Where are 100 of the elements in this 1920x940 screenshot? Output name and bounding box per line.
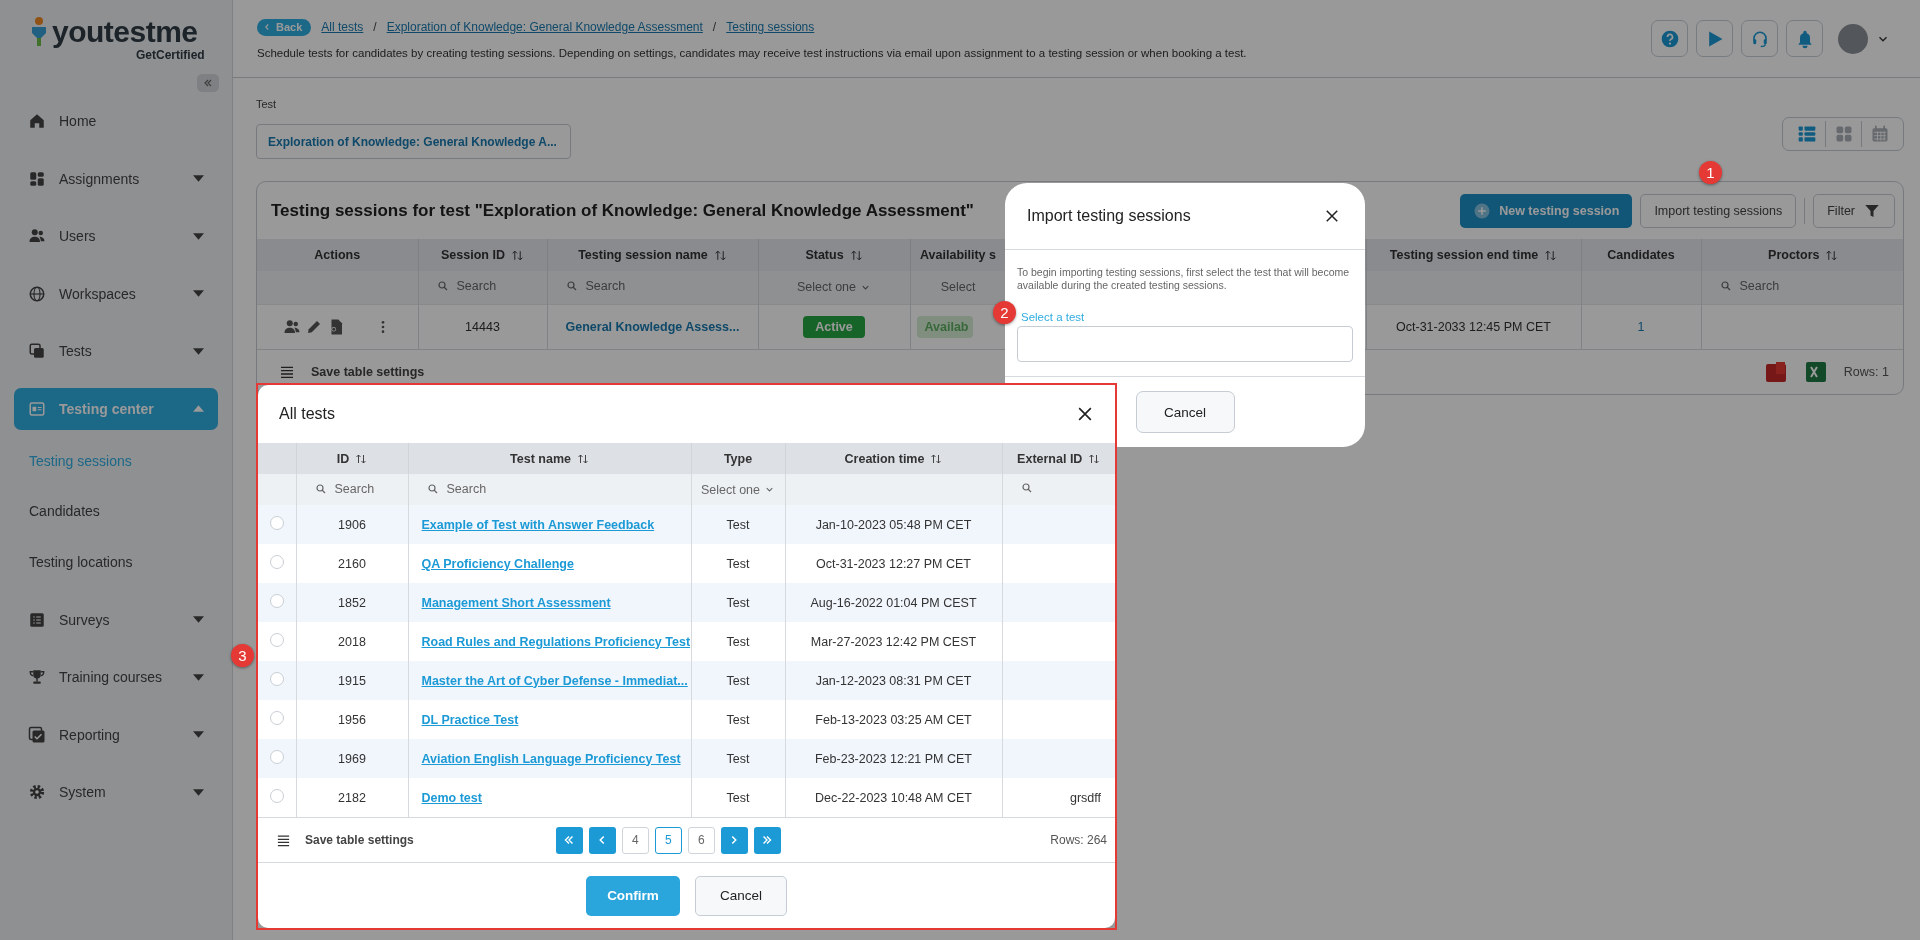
page-button[interactable]: 4	[621, 826, 649, 854]
headset-button[interactable]	[1741, 20, 1778, 57]
pdf-icon[interactable]	[1763, 360, 1788, 384]
sidebar-item[interactable]: Users	[14, 215, 218, 257]
sidebar-item[interactable]: Surveys	[14, 598, 218, 641]
logo-icon	[30, 16, 48, 48]
column-header[interactable]: Type	[723, 451, 753, 466]
search-placeholder[interactable]: Search	[446, 481, 487, 496]
cancel-button[interactable]: Cancel	[695, 875, 787, 916]
search-placeholder[interactable]: Search	[585, 279, 626, 294]
help-icon	[1659, 28, 1680, 49]
table-cell: Test	[726, 712, 750, 727]
breadcrumb-link[interactable]: Exploration of Knowledge: General Knowledge Assessment	[386, 20, 703, 34]
dialog-title: All tests	[279, 405, 335, 423]
last-page-button[interactable]	[753, 826, 781, 854]
caret-down-icon[interactable]	[193, 788, 204, 796]
menu-icon[interactable]	[276, 832, 291, 848]
cancel-button[interactable]: Cancel	[1135, 391, 1235, 433]
radio-button[interactable]	[269, 555, 284, 569]
collapse-sidebar-button[interactable]	[197, 74, 219, 92]
table-cell: 2182	[338, 790, 366, 805]
play-button[interactable]	[1696, 20, 1733, 57]
sidebar-item[interactable]: Tests	[14, 330, 218, 372]
column-header[interactable]: Actions	[314, 248, 361, 262]
page-button[interactable]: 6	[687, 826, 715, 854]
test-link[interactable]: Demo test	[421, 790, 482, 805]
filter-dropdown[interactable]: Select	[940, 280, 976, 295]
spreadsheet-icon[interactable]	[1803, 360, 1828, 384]
session-link[interactable]: General Knowledge Assess...	[565, 319, 740, 334]
radio-button[interactable]	[269, 633, 284, 647]
save-settings-link[interactable]: Save table settings	[305, 833, 414, 847]
caret-down-icon[interactable]	[193, 175, 204, 182]
page-button[interactable]: 5	[654, 826, 682, 854]
sidebar-item[interactable]: System	[14, 771, 218, 813]
caret-up-icon[interactable]	[193, 405, 204, 412]
table-cell: 1	[1637, 319, 1645, 334]
panel-icon	[28, 399, 46, 418]
column-header[interactable]: Proctors	[1768, 248, 1820, 262]
sidebar-subitem[interactable]: Testing locations	[0, 541, 232, 582]
users-icon	[28, 227, 46, 245]
table-cell: 2018	[338, 634, 366, 649]
search-placeholder[interactable]: Search	[334, 481, 375, 496]
sidebar-item[interactable]: Reporting	[14, 713, 218, 756]
sidebar-item[interactable]: Home	[14, 100, 218, 142]
dashboard-icon	[28, 169, 46, 188]
breadcrumb-link[interactable]: Testing sessions	[726, 20, 815, 34]
column-header[interactable]: Creation time	[844, 451, 925, 466]
help-button[interactable]	[1651, 20, 1688, 57]
radio-button[interactable]	[269, 750, 284, 764]
field-label: Test	[256, 98, 278, 110]
filter-button[interactable]: Filter	[1813, 193, 1895, 228]
new-session-button[interactable]: New testing session	[1460, 193, 1633, 228]
test-select-field[interactable]: Exploration of Knowledge: General Knowledge A...	[256, 124, 571, 159]
first-page-button[interactable]	[555, 826, 583, 854]
dialog-description: To begin importing testing sessions, first select the test that will become available during the created testing sessions.	[1017, 266, 1351, 292]
table-cell: 2160	[338, 556, 366, 571]
radio-button[interactable]	[269, 672, 284, 686]
confirm-button[interactable]: Confirm	[586, 875, 680, 916]
import-button[interactable]: Import testing sessions	[1640, 193, 1797, 228]
close-button[interactable]	[1323, 207, 1341, 225]
stack-icon	[28, 342, 46, 360]
table-cell: 1956	[338, 712, 366, 727]
table-cell: Aug-16-2022 01:04 PM CEST	[810, 595, 977, 610]
breadcrumb-separator: /	[712, 20, 717, 34]
caret-down-icon[interactable]	[193, 616, 204, 623]
search-placeholder[interactable]: Search	[456, 279, 497, 294]
double-chevron-left-icon	[202, 77, 214, 89]
test-link[interactable]: QA Proficiency Challenge	[421, 556, 574, 571]
radio-button[interactable]	[269, 594, 284, 608]
search-icon	[314, 482, 327, 495]
column-header[interactable]: Status	[805, 248, 844, 262]
caret-down-icon[interactable]	[193, 347, 204, 355]
caret-down-icon[interactable]	[193, 731, 204, 738]
sidebar-subitem[interactable]: Candidates	[0, 491, 232, 531]
radio-button[interactable]	[269, 789, 284, 803]
sidebar-item[interactable]: Assignments	[14, 157, 218, 200]
sidebar-item[interactable]: Workspaces	[14, 272, 218, 315]
sort-icon	[1088, 452, 1101, 465]
test-input-field[interactable]	[1017, 326, 1353, 362]
search-placeholder[interactable]: Search	[1739, 279, 1780, 294]
radio-button[interactable]	[269, 711, 284, 725]
previous-page-button[interactable]	[588, 826, 616, 854]
caret-down-icon[interactable]	[193, 673, 204, 681]
home-icon	[28, 112, 46, 130]
radio-button[interactable]	[269, 516, 284, 530]
test-link[interactable]: Road Rules and Regulations Proficiency Test	[421, 634, 691, 649]
caret-down-icon[interactable]	[193, 232, 204, 240]
sidebar-item[interactable]: Training courses	[14, 656, 218, 698]
menu-icon[interactable]	[279, 364, 295, 380]
notifications-button[interactable]	[1786, 20, 1823, 57]
next-page-button[interactable]	[720, 826, 748, 854]
column-header[interactable]: Test name	[510, 451, 571, 466]
column-header[interactable]: ID	[336, 451, 350, 466]
caret-down-icon[interactable]	[193, 290, 204, 297]
test-link[interactable]: DL Practice Test	[421, 712, 519, 727]
breadcrumb-link[interactable]: All tests	[321, 20, 364, 34]
save-settings-link[interactable]: Save table settings	[311, 365, 425, 379]
user-avatar[interactable]	[1838, 23, 1868, 54]
sort-icon	[576, 452, 589, 465]
field-label: Select a test	[1021, 311, 1086, 323]
